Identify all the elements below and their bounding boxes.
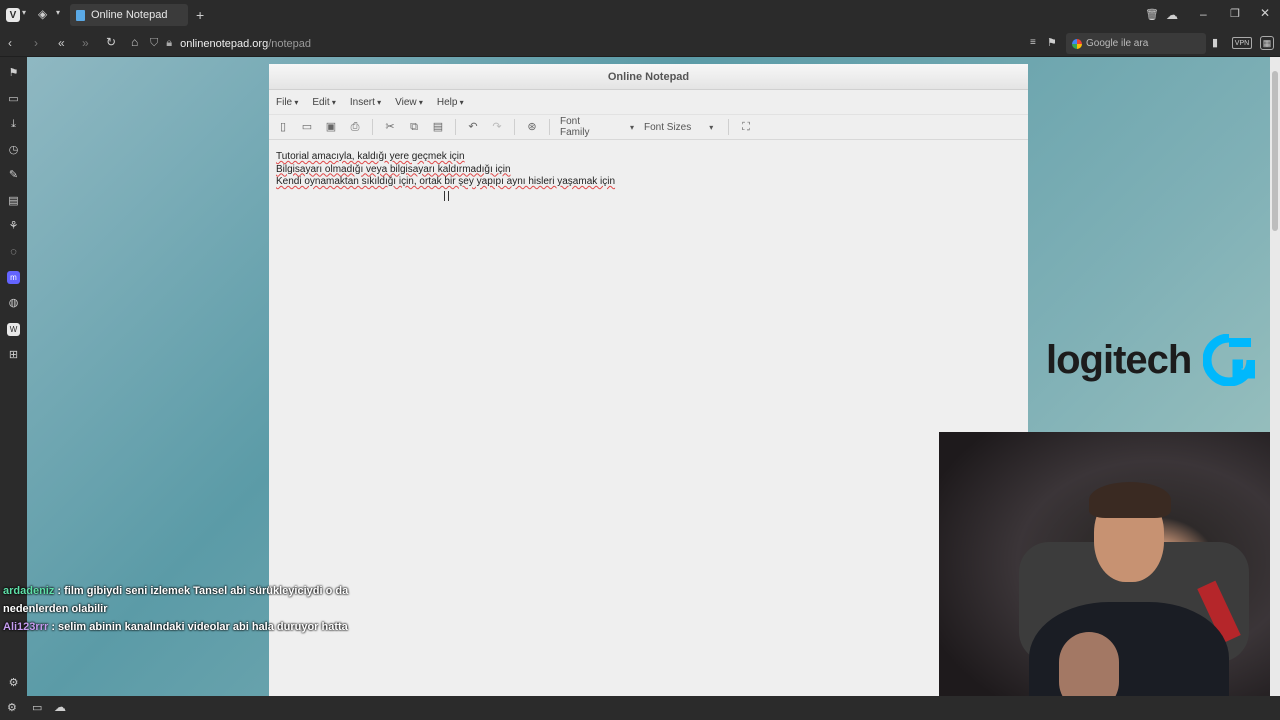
url-field[interactable]: ⛉ 🔒︎ onlinenotepad.org/notepad: [150, 33, 1030, 54]
chat-icon[interactable]: ◌: [7, 246, 20, 259]
menu-help[interactable]: Help: [437, 97, 464, 108]
calendar-icon[interactable]: ▦: [1260, 36, 1274, 50]
chat-message: ardadeniz : film gibiydi seni izlemek Ta…: [3, 582, 403, 618]
mastodon-icon[interactable]: m: [7, 271, 20, 284]
sync-cloud-icon[interactable]: ☁: [1166, 8, 1178, 22]
tab-title: Online Notepad: [91, 9, 168, 21]
copy-icon[interactable]: ⧉: [407, 120, 421, 134]
bookmark-icon[interactable]: ⚑: [1047, 36, 1057, 49]
minimize-button[interactable]: –: [1200, 7, 1207, 21]
page-scrollbar[interactable]: [1270, 57, 1280, 696]
lock-icon: 🔒︎: [166, 37, 173, 49]
new-file-icon[interactable]: ▯: [276, 120, 290, 134]
search-input[interactable]: Google ile ara: [1066, 33, 1206, 54]
browser-titlebar: V ▾ ◈ ▾ Online Notepad + 🗑 ☁ – ❐ ✕: [0, 0, 1280, 30]
back-icon[interactable]: ‹: [8, 36, 12, 50]
downloads-icon[interactable]: ⤓: [7, 118, 20, 131]
settings-icon[interactable]: ⚙: [7, 701, 17, 714]
chat-text: : selim abinin kanalındaki videolar abi …: [48, 621, 348, 633]
vivaldi-menu-icon[interactable]: V: [6, 8, 20, 22]
workspaces-icon[interactable]: ◈: [38, 7, 47, 21]
chat-text: : film gibiydi seni izlemek Tansel abi s…: [3, 585, 349, 615]
chevron-down-icon[interactable]: ▾: [56, 8, 60, 17]
notepad-favicon-icon: [76, 9, 85, 21]
panel-toggle-icon[interactable]: ▭: [32, 701, 42, 714]
url-domain: onlinenotepad.org: [180, 37, 269, 50]
streamer-hair: [1089, 482, 1171, 518]
font-family-select[interactable]: Font Family: [560, 116, 634, 138]
restore-button[interactable]: ❐: [1230, 7, 1240, 20]
rewind-icon[interactable]: «: [58, 36, 65, 50]
url-path: /notepad: [268, 37, 312, 50]
print-icon[interactable]: ⎙: [348, 120, 362, 134]
menu-insert[interactable]: Insert: [350, 97, 381, 108]
save-icon[interactable]: ▣: [324, 120, 338, 134]
text-line: Bilgisayarı olmadığı veya bilgisayarı ka…: [276, 163, 511, 175]
address-toolbar: ‹ › « » ↻ ⌂ ⛉ 🔒︎ onlinenotepad.org/notep…: [0, 30, 1280, 57]
fullscreen-icon[interactable]: ⛶: [739, 120, 753, 134]
new-tab-button[interactable]: +: [196, 7, 204, 23]
chat-username: Ali123rrr: [3, 621, 49, 633]
paste-icon[interactable]: ▤: [431, 120, 445, 134]
font-sizes-select[interactable]: Font Sizes: [644, 122, 718, 133]
extensions-icon[interactable]: ▮: [1212, 36, 1218, 49]
open-folder-icon[interactable]: ▭: [300, 120, 314, 134]
chat-username: ardadeniz: [3, 585, 55, 597]
cut-icon[interactable]: ✂: [383, 120, 397, 134]
web-panel-icon[interactable]: ◍: [7, 297, 20, 310]
logo-text: logitech: [1046, 337, 1192, 382]
vpn-button[interactable]: VPN: [1232, 37, 1252, 49]
home-icon[interactable]: ⌂: [131, 35, 138, 49]
toolbar-divider: [455, 119, 456, 135]
chevron-down-icon[interactable]: ▾: [22, 8, 26, 17]
wikipedia-icon[interactable]: W: [7, 323, 20, 336]
text-line: Kendi oynamaktan sıkıldığı için, ortak b…: [276, 176, 616, 187]
scroll-thumb[interactable]: [1272, 71, 1278, 231]
notepad-editor[interactable]: Tutorial amacıyla, kaldığı yere geçmek i…: [269, 140, 1028, 200]
reader-view-icon[interactable]: ≡: [1030, 37, 1036, 48]
logitech-g-icon: [1203, 334, 1256, 386]
webcam-overlay: [939, 432, 1270, 720]
menu-file[interactable]: File: [276, 97, 298, 108]
fast-forward-icon[interactable]: »: [82, 36, 89, 50]
forward-icon[interactable]: ›: [34, 36, 38, 50]
trash-icon[interactable]: 🗑: [1145, 8, 1159, 21]
translate-icon[interactable]: ⚘: [7, 220, 20, 233]
notepad-menubar: File Edit Insert View Help: [269, 90, 1028, 114]
tab-online-notepad[interactable]: Online Notepad: [70, 4, 188, 26]
calendar-panel-icon[interactable]: ▤: [7, 195, 20, 208]
find-binoculars-icon[interactable]: ⊛: [525, 120, 539, 134]
cloud-icon[interactable]: ☁: [54, 700, 66, 714]
menu-edit[interactable]: Edit: [312, 97, 335, 108]
text-line: Tutorial amacıyla, kaldığı yere geçmek i…: [276, 151, 465, 162]
search-placeholder: Google ile ara: [1086, 38, 1149, 49]
status-bar: ⚙ ▭ ☁: [0, 696, 1280, 720]
add-panel-icon[interactable]: ⊞: [7, 349, 20, 362]
close-button[interactable]: ✕: [1260, 6, 1270, 20]
undo-icon[interactable]: ↶: [466, 120, 480, 134]
toolbar-divider: [514, 119, 515, 135]
text-cursor-icon: [444, 191, 449, 201]
settings-gear-icon[interactable]: ⚙: [7, 677, 20, 690]
history-icon[interactable]: ◷: [7, 144, 20, 157]
chat-overlay: ardadeniz : film gibiydi seni izlemek Ta…: [3, 582, 403, 636]
shield-icon: ⛉: [150, 37, 159, 49]
toolbar-divider: [728, 119, 729, 135]
logitech-logo: logitech: [1046, 334, 1256, 386]
google-icon: [1072, 38, 1082, 49]
notepad-title: Online Notepad: [269, 64, 1028, 90]
notepad-toolbar: ▯ ▭ ▣ ⎙ ✂ ⧉ ▤ ↶ ↷ ⊛ Font Family Font Siz…: [269, 114, 1028, 140]
bookmarks-panel-icon[interactable]: ⚑: [7, 67, 20, 80]
redo-icon[interactable]: ↷: [490, 120, 504, 134]
notes-icon[interactable]: ✎: [7, 169, 20, 182]
toolbar-divider: [549, 119, 550, 135]
toolbar-divider: [372, 119, 373, 135]
chat-message: Ali123rrr : selim abinin kanalındaki vid…: [3, 618, 403, 636]
reading-list-icon[interactable]: ▭: [7, 93, 20, 106]
menu-view[interactable]: View: [395, 97, 423, 108]
reload-icon[interactable]: ↻: [106, 35, 116, 49]
